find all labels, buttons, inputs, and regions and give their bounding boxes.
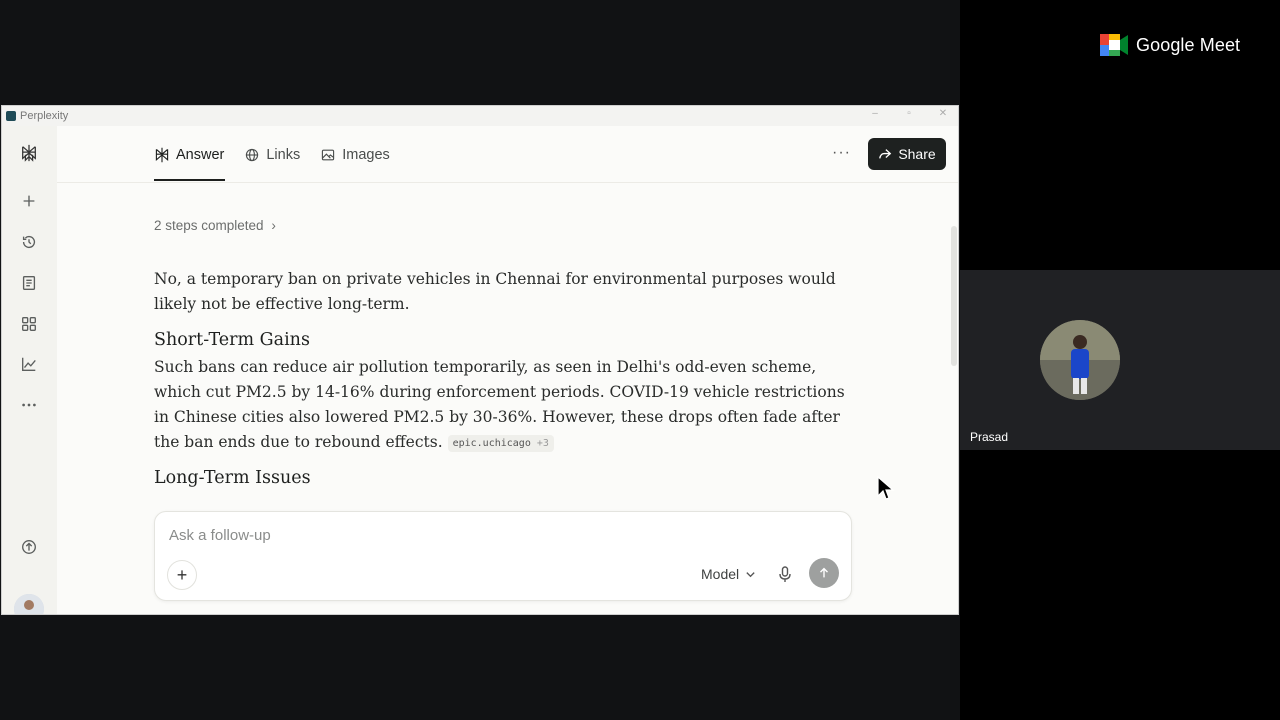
main-panel: Answer Links Images ··· Share 2 steps co… bbox=[57, 126, 958, 614]
participant-avatar bbox=[1040, 320, 1120, 400]
participant-tile[interactable]: Prasad bbox=[960, 270, 1280, 450]
citation-more: +3 bbox=[536, 437, 549, 449]
header-divider bbox=[57, 182, 958, 183]
share-button[interactable]: Share bbox=[868, 138, 946, 170]
steps-completed-toggle[interactable]: 2 steps completed › bbox=[154, 218, 276, 233]
meet-brand-label: Google Meet bbox=[1136, 34, 1241, 55]
finance-chart-icon[interactable] bbox=[16, 351, 42, 377]
google-meet-logo: Google Meet bbox=[1100, 34, 1240, 56]
globe-icon bbox=[246, 148, 259, 162]
tab-answer-label: Answer bbox=[176, 147, 225, 163]
attach-button[interactable]: + bbox=[167, 560, 197, 590]
section-heading-long-term: Long-Term Issues bbox=[154, 468, 311, 488]
answer-icon bbox=[155, 147, 169, 163]
more-icon[interactable] bbox=[16, 392, 42, 418]
share-label: Share bbox=[898, 146, 936, 162]
follow-up-input[interactable]: Ask a follow-up bbox=[169, 527, 271, 544]
spaces-icon[interactable] bbox=[16, 311, 42, 337]
participant-name: Prasad bbox=[970, 430, 1009, 444]
tab-links-label: Links bbox=[266, 147, 301, 163]
tab-bar: Answer Links Images bbox=[154, 144, 410, 166]
steps-label: 2 steps completed bbox=[154, 218, 264, 233]
chevron-down-icon bbox=[746, 571, 755, 577]
section-heading-short-term: Short-Term Gains bbox=[154, 330, 310, 350]
answer-content: No, a temporary ban on private vehicles … bbox=[154, 267, 854, 493]
history-icon[interactable] bbox=[16, 229, 42, 255]
scrollbar[interactable] bbox=[951, 226, 957, 366]
library-icon[interactable] bbox=[16, 270, 42, 296]
citation-chip[interactable]: epic.uchicago +3 bbox=[447, 434, 554, 452]
chevron-right-icon: › bbox=[271, 218, 276, 233]
tab-answer[interactable]: Answer bbox=[154, 144, 224, 166]
section-text-short-term: Such bans can reduce air pollution tempo… bbox=[154, 355, 854, 455]
google-meet-icon bbox=[1100, 34, 1128, 56]
more-options-button[interactable]: ··· bbox=[832, 144, 851, 162]
image-icon bbox=[322, 149, 335, 161]
active-tab-indicator bbox=[154, 179, 225, 181]
tab-images[interactable]: Images bbox=[320, 144, 390, 166]
window-titlebar: Perplexity – ▫ ✕ bbox=[2, 106, 958, 126]
new-thread-icon[interactable] bbox=[16, 188, 42, 214]
user-avatar[interactable] bbox=[14, 594, 44, 614]
mouse-cursor-icon bbox=[877, 476, 895, 500]
window-title: Perplexity bbox=[20, 110, 69, 122]
close-icon[interactable]: ✕ bbox=[936, 108, 950, 119]
share-icon bbox=[879, 149, 892, 159]
microphone-icon[interactable] bbox=[775, 564, 795, 584]
arrow-up-icon bbox=[820, 567, 828, 578]
answer-intro: No, a temporary ban on private vehicles … bbox=[154, 270, 836, 313]
maximize-icon[interactable]: ▫ bbox=[902, 108, 916, 119]
minimize-icon[interactable]: – bbox=[868, 108, 882, 119]
send-button[interactable] bbox=[809, 558, 839, 588]
tab-images-label: Images bbox=[342, 147, 390, 163]
model-label: Model bbox=[701, 566, 740, 582]
perplexity-window: Perplexity – ▫ ✕ Answer Links Images ···… bbox=[1, 105, 959, 615]
citation-source: epic.uchicago bbox=[452, 437, 531, 449]
tab-links[interactable]: Links bbox=[244, 144, 300, 166]
follow-up-composer: Ask a follow-up + Model bbox=[154, 511, 852, 601]
app-icon bbox=[6, 111, 16, 121]
perplexity-logo-icon[interactable] bbox=[16, 140, 42, 166]
download-app-icon[interactable] bbox=[16, 534, 42, 560]
sidebar bbox=[2, 126, 57, 614]
model-selector[interactable]: Model bbox=[701, 566, 756, 582]
